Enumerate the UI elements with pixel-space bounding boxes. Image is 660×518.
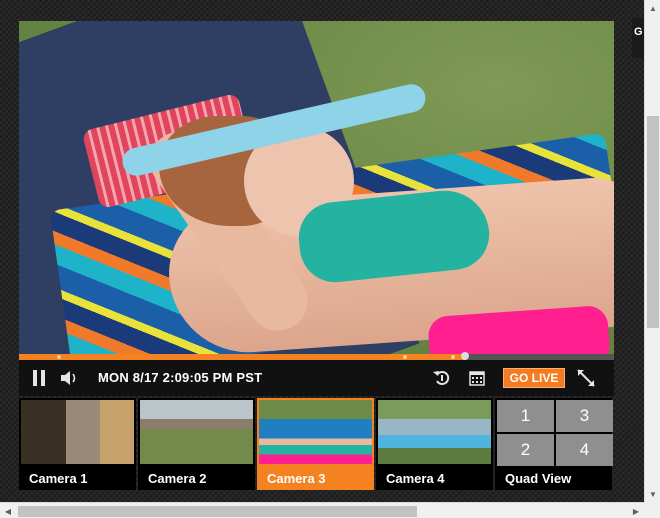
- broadcast-timestamp: MON 8/17 2:09:05 PM PST: [98, 370, 263, 385]
- calendar-icon[interactable]: [465, 360, 489, 396]
- scroll-down-icon[interactable]: ▼: [645, 486, 660, 502]
- camera-preview-image: [140, 400, 253, 464]
- quad-cell: 2: [497, 434, 554, 466]
- camera-thumbnails: Camera 1 Camera 2 Camera 3 Camera 4 1 3 …: [19, 398, 616, 490]
- fullscreen-expand-icon[interactable]: [573, 360, 599, 396]
- quad-view-label: Quad View: [505, 471, 572, 486]
- vertical-scroll-thumb[interactable]: [647, 116, 659, 328]
- quad-cell: 3: [556, 400, 613, 432]
- pause-icon[interactable]: [27, 360, 51, 396]
- vertical-scrollbar[interactable]: ▲ ▼: [644, 0, 660, 502]
- camera-preview-image: [378, 400, 491, 464]
- quad-cell: 4: [556, 434, 613, 466]
- camera-label: Camera 3: [257, 466, 374, 490]
- progress-scrub-handle[interactable]: [461, 352, 470, 360]
- camera-thumbnail-3[interactable]: Camera 3: [257, 398, 374, 490]
- camera-preview-image: [21, 400, 134, 464]
- horizontal-scroll-thumb[interactable]: [18, 506, 417, 517]
- control-bar: MON 8/17 2:09:05 PM PST GO LIVE: [19, 360, 614, 396]
- rewind-icon[interactable]: [429, 360, 455, 396]
- volume-icon[interactable]: [57, 360, 83, 396]
- scrollbar-corner: [644, 502, 660, 518]
- side-tab[interactable]: G: [632, 18, 644, 58]
- side-tab-label: G: [634, 26, 643, 38]
- camera-thumbnail-2[interactable]: Camera 2: [138, 398, 255, 490]
- progress-marker: [451, 355, 455, 359]
- horizontal-scrollbar[interactable]: ◀ ▶: [0, 502, 644, 518]
- scroll-left-icon[interactable]: ◀: [0, 503, 16, 518]
- scroll-up-icon[interactable]: ▲: [645, 0, 660, 16]
- progress-marker: [57, 355, 61, 359]
- camera-preview-image: [259, 400, 372, 464]
- quad-cell: 1: [497, 400, 554, 432]
- progress-marker: [403, 355, 407, 359]
- scroll-right-icon[interactable]: ▶: [628, 503, 644, 518]
- camera-thumbnail-4[interactable]: Camera 4: [376, 398, 493, 490]
- camera-label: Camera 1: [19, 466, 136, 490]
- camera-label: Camera 2: [138, 466, 255, 490]
- go-live-button[interactable]: GO LIVE: [503, 368, 565, 388]
- video-viewport[interactable]: [19, 21, 614, 354]
- camera-label: Camera 4: [376, 466, 493, 490]
- quad-view-button[interactable]: 1 3 2 4 Quad View: [495, 398, 613, 490]
- camera-thumbnail-1[interactable]: Camera 1: [19, 398, 136, 490]
